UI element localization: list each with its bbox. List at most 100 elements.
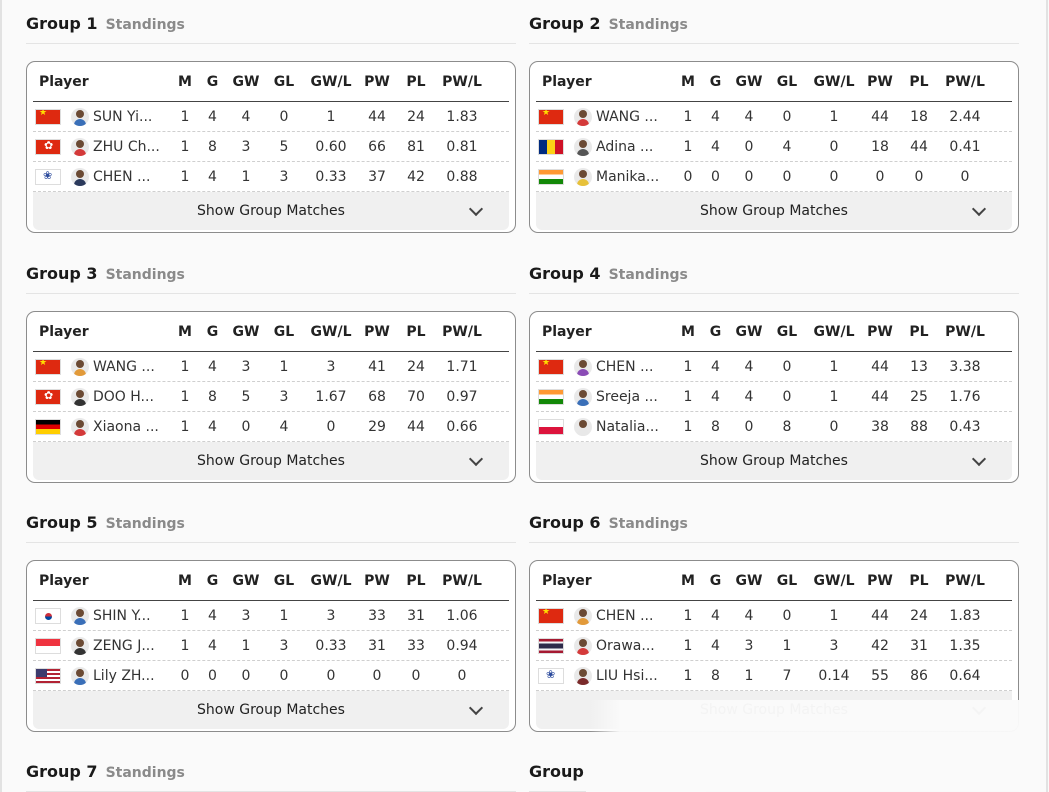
table-row[interactable]: ZHU Ch... 1 8 3 5 0.60 66 81 0.81 <box>33 132 509 162</box>
stat-cell: 0 <box>782 388 792 405</box>
table-header: Player M G GW GL GW/L PW PL PW/L <box>536 62 1012 102</box>
stat-cell: 44 <box>407 418 425 435</box>
table-row[interactable]: Lily ZH... 0 0 0 0 0 0 0 0 <box>33 661 509 691</box>
table-row[interactable]: SHIN Y... 1 4 3 1 3 33 31 1.06 <box>33 601 509 631</box>
show-group-matches-button[interactable]: Show Group Matches <box>33 691 509 729</box>
column-header: GW <box>232 572 260 589</box>
player-name[interactable]: DOO H... <box>93 389 159 405</box>
table-row[interactable]: WANG ... 1 4 3 1 3 41 24 1.71 <box>33 352 509 382</box>
stat-cell: 4 <box>744 607 754 624</box>
group-title: Group 6 <box>529 513 601 532</box>
show-group-matches-button[interactable]: Show Group Matches <box>536 192 1012 230</box>
column-header: G <box>206 323 219 340</box>
player-name[interactable]: SHIN Y... <box>93 608 159 624</box>
show-group-matches-button[interactable]: Show Group Matches <box>536 442 1012 480</box>
player-avatar <box>574 666 592 685</box>
player-cell[interactable]: LIU Hsi... <box>536 666 676 685</box>
standings-table: PlayerMGGWGLGW/LPWPLPW/L SUN Yi... 14401… <box>26 61 516 233</box>
column-header: GW <box>232 323 260 340</box>
player-cell[interactable]: ZENG J... <box>33 636 173 655</box>
player-name[interactable]: WANG ... <box>596 109 662 125</box>
show-group-matches-label: Show Group Matches <box>197 702 345 718</box>
player-name[interactable]: Sreeja ... <box>596 389 662 405</box>
table-row[interactable]: WANG ... 1440144182.44 <box>536 102 1012 132</box>
player-cell[interactable]: Xiaona ... <box>33 417 173 436</box>
player-avatar <box>574 606 592 625</box>
stat-cell: 1 <box>180 358 190 375</box>
table-row[interactable]: Adina ... 1 4 0 4 0 18 44 0.41 <box>536 132 1012 162</box>
table-row[interactable]: Natalia... 1 8 0 8 0 38 88 0.43 <box>536 412 1012 442</box>
stat-cell: 88 <box>910 418 928 435</box>
player-name[interactable]: Orawa... <box>596 638 662 654</box>
stat-cell: 1 <box>180 168 190 185</box>
player-name[interactable]: Manika... <box>596 169 662 185</box>
player-cell[interactable]: Manika... <box>536 167 676 186</box>
player-name[interactable]: ZENG J... <box>93 638 159 654</box>
column-header: PW <box>867 323 893 340</box>
player-cell[interactable]: WANG ... <box>536 107 676 126</box>
table-row[interactable]: Sreeja ... 1 4 4 0 1 44 25 1.76 <box>536 382 1012 412</box>
player-avatar <box>574 417 592 436</box>
player-cell[interactable]: Orawa... <box>536 636 676 655</box>
table-row[interactable]: Manika... 0 0 0 0 0 0 0 0 <box>536 162 1012 192</box>
table-row[interactable]: SUN Yi... 1440144241.83 <box>33 102 509 132</box>
player-name[interactable]: Lily ZH... <box>93 668 159 684</box>
stat-cell: 0 <box>782 168 792 185</box>
player-name[interactable]: ZHU Ch... <box>93 139 159 155</box>
player-cell[interactable]: Natalia... <box>536 417 676 436</box>
player-name[interactable]: Xiaona ... <box>93 419 159 435</box>
chevron-down-icon <box>971 451 987 467</box>
column-header: PW/L <box>442 323 482 340</box>
player-cell[interactable]: Sreeja ... <box>536 387 676 406</box>
group-title: Group 4 <box>529 264 601 283</box>
player-name[interactable]: CHEN ... <box>596 359 662 375</box>
player-cell[interactable]: CHEN ... <box>536 606 676 625</box>
stat-cell: 70 <box>407 388 425 405</box>
table-header: Player M G GW GL GW/L PW PL PW/L <box>33 62 509 102</box>
player-name[interactable]: LIU Hsi... <box>596 668 662 684</box>
stat-cell: 0 <box>457 667 467 684</box>
player-name[interactable]: WANG ... <box>93 359 159 375</box>
stat-cell: 4 <box>208 168 217 185</box>
show-group-matches-button[interactable]: Show Group Matches <box>33 192 509 230</box>
table-row[interactable]: Xiaona ... 1 4 0 4 0 29 44 0.66 <box>33 412 509 442</box>
stat-cell: 3 <box>744 637 754 654</box>
player-cell[interactable]: DOO H... <box>33 387 173 406</box>
player-cell[interactable]: CHEN ... <box>536 357 676 376</box>
stat-cell: 4 <box>711 607 720 624</box>
table-row[interactable]: ZENG J... 1 4 1 3 0.33 31 33 0.94 <box>33 631 509 661</box>
player-name[interactable]: Adina ... <box>596 139 662 155</box>
table-row[interactable]: CHEN ... 1440144133.38 <box>536 352 1012 382</box>
show-group-matches-button[interactable]: Show Group Matches <box>33 442 509 480</box>
player-cell[interactable]: Adina ... <box>536 137 676 156</box>
stat-cell: 0 <box>241 667 251 684</box>
stat-cell: 0.14 <box>818 667 850 684</box>
player-avatar <box>71 606 89 625</box>
stat-cell: 1 <box>829 388 839 405</box>
stat-cell: 8 <box>711 418 720 435</box>
player-name[interactable]: Natalia... <box>596 419 662 435</box>
player-cell[interactable]: SHIN Y... <box>33 606 173 625</box>
table-row[interactable]: DOO H... 1 8 5 3 1.67 68 70 0.97 <box>33 382 509 412</box>
player-name[interactable]: CHEN ... <box>596 608 662 624</box>
stat-cell: 0 <box>711 168 720 185</box>
player-cell[interactable]: CHEN ... <box>33 167 173 186</box>
group-title: Group 7 <box>26 762 98 781</box>
player-name[interactable]: CHEN ... <box>93 169 159 185</box>
player-name[interactable]: SUN Yi... <box>93 109 159 125</box>
group-header: Group 4 Standings <box>529 250 1019 294</box>
table-row[interactable]: Orawa... 1 4 3 1 3 42 31 1.35 <box>536 631 1012 661</box>
player-cell[interactable]: Lily ZH... <box>33 666 173 685</box>
player-cell[interactable]: WANG ... <box>33 357 173 376</box>
column-header: G <box>206 572 219 589</box>
player-cell[interactable]: SUN Yi... <box>33 107 173 126</box>
stat-cell: 5 <box>241 388 251 405</box>
stat-cell: 1 <box>744 667 754 684</box>
table-row[interactable]: LIU Hsi... 1 8 1 7 0.14 55 86 0.64 <box>536 661 1012 691</box>
table-row[interactable]: CHEN ... 1440144241.83 <box>536 601 1012 631</box>
show-group-matches-label: Show Group Matches <box>197 203 345 219</box>
page-left-border <box>0 0 2 792</box>
stat-cell: 42 <box>871 637 889 654</box>
table-row[interactable]: CHEN ... 1 4 1 3 0.33 37 42 0.88 <box>33 162 509 192</box>
player-cell[interactable]: ZHU Ch... <box>33 137 173 156</box>
